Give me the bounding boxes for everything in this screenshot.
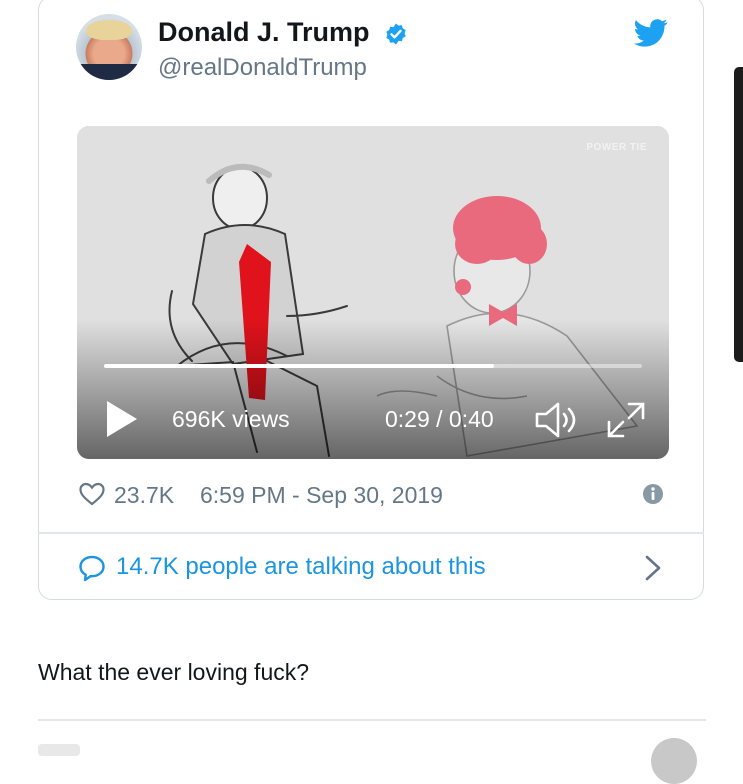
info-icon[interactable] (642, 483, 664, 505)
video-progress-bar[interactable] (104, 364, 642, 368)
conversation-link[interactable]: 14.7K people are talking about this (116, 553, 486, 581)
avatar[interactable] (76, 14, 142, 80)
comment-text: What the ever loving fuck? (38, 659, 310, 685)
tweet-timestamp[interactable]: 6:59 PM - Sep 30, 2019 (200, 482, 443, 509)
twitter-bird-icon[interactable] (634, 18, 668, 48)
avatar-hair (86, 20, 132, 40)
avatar-suit (76, 64, 142, 80)
author-name[interactable]: Donald J. Trump (158, 17, 370, 48)
next-post-avatar[interactable] (651, 738, 697, 784)
video-watermark: POWER TIE (586, 142, 647, 153)
heart-icon[interactable] (79, 482, 105, 506)
video-progress-fill (104, 364, 495, 368)
play-icon[interactable] (104, 399, 140, 439)
expand-icon[interactable] (605, 400, 647, 440)
author-handle[interactable]: @realDonaldTrump (158, 54, 367, 82)
card-divider (38, 532, 704, 534)
video-time: 0:29 / 0:40 (385, 406, 494, 432)
like-count[interactable]: 23.7K (114, 482, 174, 509)
side-scrollbar (734, 67, 743, 362)
speech-bubble-icon[interactable] (78, 554, 106, 582)
chevron-right-icon[interactable] (644, 554, 662, 582)
verified-badge-icon (386, 23, 406, 45)
video-player[interactable]: POWER TIE 696K views 0:29 / 0:40 (77, 126, 669, 459)
video-views: 696K views (172, 406, 290, 432)
comment-divider (38, 719, 706, 721)
volume-icon[interactable] (533, 400, 581, 440)
next-post-thumbnail[interactable] (38, 744, 80, 756)
